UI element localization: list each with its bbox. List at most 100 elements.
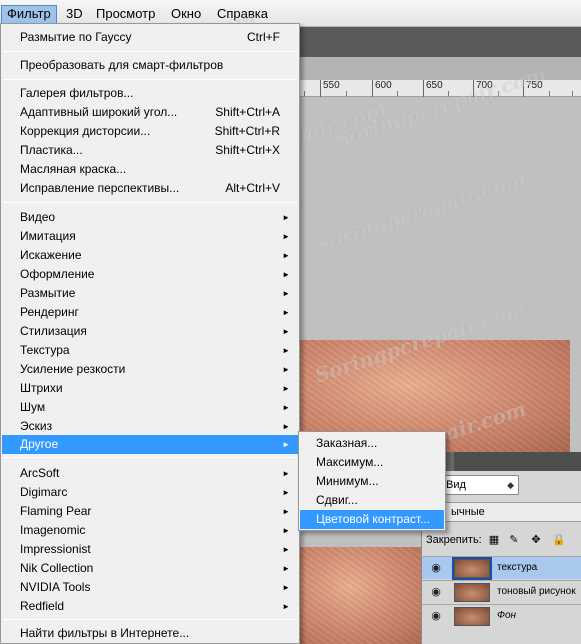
visibility-eye-icon[interactable]: ◉	[428, 562, 444, 574]
lock-paint-icon[interactable]: ✎	[508, 534, 520, 546]
layer-row[interactable]: ◉ Фон	[422, 604, 581, 627]
submenu-arrow-icon: ►	[282, 289, 290, 298]
ruler-tick: 600	[372, 80, 392, 97]
menu-item-stylize[interactable]: Стилизация ►	[2, 322, 298, 341]
menu-item-label: Видео	[20, 210, 56, 224]
submenu-arrow-icon: ►	[282, 602, 290, 611]
menu-item-filter-gallery[interactable]: Галерея фильтров...	[2, 84, 298, 103]
lock-all-icon[interactable]: 🔒	[552, 534, 566, 546]
menu-item-shortcut: Shift+Ctrl+X	[215, 143, 280, 157]
layer-row[interactable]: ◉ тоновый рисунок	[422, 580, 581, 603]
menu-item-convert-smart-filters[interactable]: Преобразовать для смарт-фильтров	[2, 56, 298, 75]
submenu-item-custom[interactable]: Заказная...	[300, 434, 444, 453]
submenu-arrow-icon: ►	[282, 251, 290, 260]
menu-item-shortcut: Shift+Ctrl+R	[214, 124, 280, 138]
submenu-arrow-icon: ►	[282, 365, 290, 374]
submenu-item-minimum[interactable]: Минимум...	[300, 472, 444, 491]
submenu-arrow-icon: ►	[282, 488, 290, 497]
menu-item-oil-paint[interactable]: Масляная краска...	[2, 160, 298, 179]
submenu-arrow-icon: ►	[282, 403, 290, 412]
menu-item-arcsoft[interactable]: ArcSoft ►	[2, 464, 298, 483]
submenu-arrow-icon: ►	[282, 564, 290, 573]
menu-help[interactable]: Справка	[212, 5, 273, 23]
lock-row: Закрепить: ▦ ✎ ✥ 🔒	[422, 530, 581, 550]
menu-item-lens-correction[interactable]: Коррекция дисторсии... Shift+Ctrl+R	[2, 122, 298, 141]
menu-item-liquify[interactable]: Пластика... Shift+Ctrl+X	[2, 141, 298, 160]
menu-item-label: Impressionist	[20, 542, 91, 556]
menu-item-distort[interactable]: Искажение ►	[2, 246, 298, 265]
menu-item-label: Размытие по Гауссу	[20, 30, 132, 44]
menu-item-brush-strokes[interactable]: Штрихи ►	[2, 379, 298, 398]
ruler-minor-tick	[397, 91, 398, 96]
menu-item-pixelate[interactable]: Оформление ►	[2, 265, 298, 284]
ruler-minor-tick	[448, 91, 449, 96]
menu-item-sketch[interactable]: Эскиз ►	[2, 417, 298, 436]
ruler-tick: 650	[423, 80, 443, 97]
submenu-arrow-icon: ►	[282, 346, 290, 355]
submenu-arrow-icon: ►	[282, 469, 290, 478]
menu-filter[interactable]: Фильтр	[1, 5, 57, 23]
menu-item-video[interactable]: Видео ►	[2, 208, 298, 227]
menu-item-blur[interactable]: Размытие ►	[2, 284, 298, 303]
menu-item-texture[interactable]: Текстура ►	[2, 341, 298, 360]
submenu-item-maximum[interactable]: Максимум...	[300, 453, 444, 472]
menu-3d[interactable]: 3D	[61, 5, 88, 23]
menu-item-label: Исправление перспективы...	[20, 181, 180, 195]
submenu-arrow-icon: ►	[282, 507, 290, 516]
submenu-item-high-pass[interactable]: Цветовой контраст...	[300, 510, 444, 529]
menu-item-vanishing-point[interactable]: Исправление перспективы... Alt+Ctrl+V	[2, 179, 298, 198]
ruler-minor-tick	[498, 91, 499, 96]
menu-item-noise[interactable]: Шум ►	[2, 398, 298, 417]
menu-item-label: Шум	[20, 400, 46, 414]
menu-item-gaussian-blur[interactable]: Размытие по Гауссу Ctrl+F	[2, 28, 298, 47]
visibility-eye-icon[interactable]: ◉	[428, 586, 444, 598]
layer-thumbnail	[454, 583, 490, 602]
menu-item-nvidia-tools[interactable]: NVIDIA Tools ►	[2, 578, 298, 597]
submenu-item-offset[interactable]: Сдвиг...	[300, 491, 444, 510]
filter-menu: Размытие по Гауссу Ctrl+F Преобразовать …	[0, 23, 300, 644]
menu-item-adaptive-wide-angle[interactable]: Адаптивный широкий угол... Shift+Ctrl+A	[2, 103, 298, 122]
menu-item-label: Усиление резкости	[20, 362, 126, 376]
menu-item-label: Пластика...	[20, 143, 83, 157]
submenu-arrow-icon: ►	[282, 270, 290, 279]
layer-row[interactable]: ◉ текстура	[422, 556, 581, 580]
filter-kind-select[interactable]: Вид ◆	[439, 475, 519, 495]
menu-separator	[3, 51, 297, 52]
menu-item-label: Адаптивный широкий угол...	[20, 105, 178, 119]
layer-name: Фон	[497, 610, 517, 621]
menu-item-label: Искажение	[20, 248, 82, 262]
menu-item-label: Имитация	[20, 229, 76, 243]
menu-item-shortcut: Ctrl+F	[247, 30, 280, 44]
menu-item-sharpen[interactable]: Усиление резкости ►	[2, 360, 298, 379]
visibility-eye-icon[interactable]: ◉	[428, 610, 444, 622]
menu-item-other[interactable]: Другое ►	[2, 435, 298, 454]
layer-thumbnail	[452, 557, 492, 580]
submenu-arrow-icon: ►	[282, 440, 290, 449]
menu-view[interactable]: Просмотр	[91, 5, 160, 23]
menu-item-imagenomic[interactable]: Imagenomic ►	[2, 521, 298, 540]
submenu-arrow-icon: ►	[282, 422, 290, 431]
menu-item-flaming-pear[interactable]: Flaming Pear ►	[2, 502, 298, 521]
menu-separator	[3, 79, 297, 80]
lock-transparency-icon[interactable]: ▦	[488, 534, 500, 546]
lock-position-icon[interactable]: ✥	[530, 534, 542, 546]
updown-arrows-icon: ◆	[507, 480, 514, 490]
ruler-minor-tick	[304, 91, 305, 96]
menu-separator	[3, 202, 297, 203]
menu-item-artistic[interactable]: Имитация ►	[2, 227, 298, 246]
submenu-arrow-icon: ►	[282, 583, 290, 592]
menu-item-redfield[interactable]: Redfield ►	[2, 597, 298, 616]
menu-item-browse-filters-online[interactable]: Найти фильтры в Интернете...	[2, 624, 298, 643]
menu-item-label: Преобразовать для смарт-фильтров	[20, 58, 224, 72]
menu-window[interactable]: Окно	[166, 5, 206, 23]
menu-item-nik-collection[interactable]: Nik Collection ►	[2, 559, 298, 578]
submenu-arrow-icon: ►	[282, 213, 290, 222]
horizontal-ruler[interactable]: 550 600 650 700 750	[300, 80, 581, 97]
menu-item-render[interactable]: Рендеринг ►	[2, 303, 298, 322]
ruler-minor-tick	[549, 91, 550, 96]
menu-item-impressionist[interactable]: Impressionist ►	[2, 540, 298, 559]
menu-item-digimarc[interactable]: Digimarc ►	[2, 483, 298, 502]
menu-separator	[3, 457, 297, 458]
menu-item-label: Масляная краска...	[20, 162, 127, 176]
ruler-tick: 700	[473, 80, 493, 97]
